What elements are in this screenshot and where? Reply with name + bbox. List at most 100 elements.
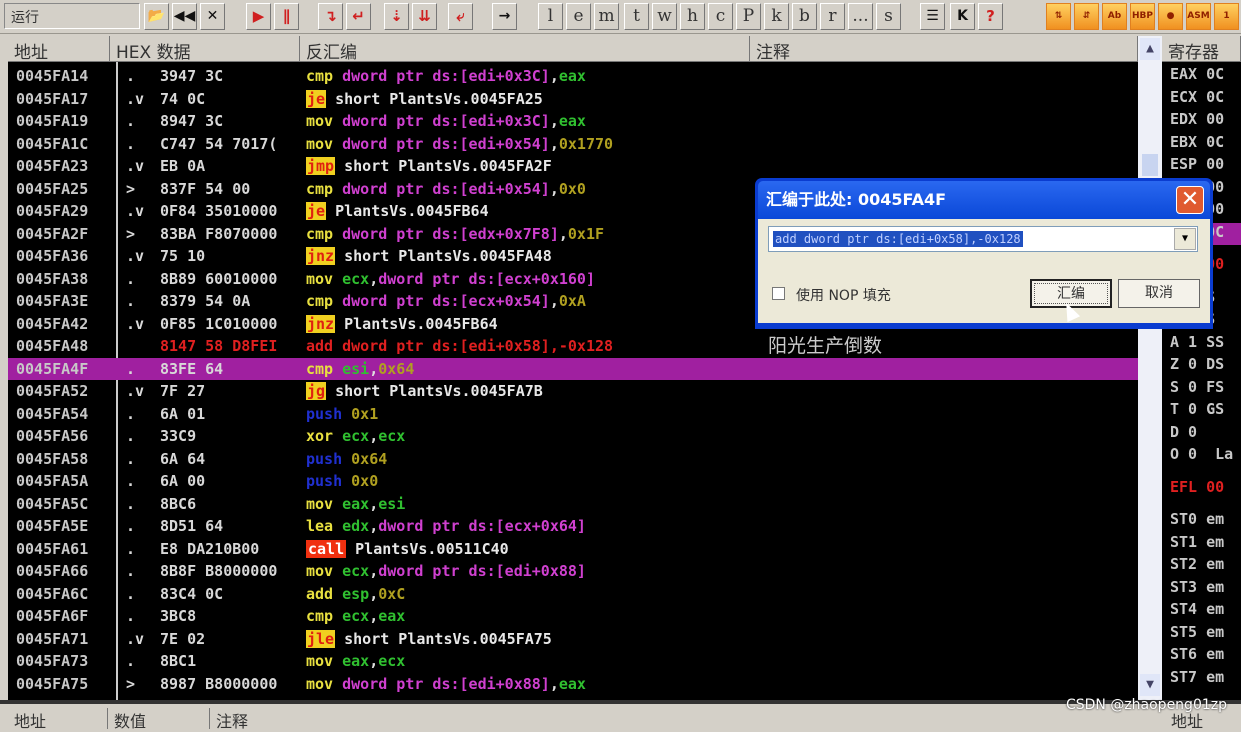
fill-nop-label[interactable]: 使用 NOP 填充 (796, 285, 891, 305)
run-trace-window-button[interactable]: ... (848, 3, 873, 30)
register-row[interactable]: ST5 em (1170, 623, 1224, 645)
register-row[interactable]: EDX 00 (1170, 110, 1224, 132)
column-header-hex[interactable]: HEX 数据 (110, 36, 300, 62)
disasm-row[interactable]: 0045FA61. E8 DA210B00 call PlantsVs.00511C… (8, 538, 1138, 561)
close-icon[interactable]: ✕ (200, 3, 225, 30)
disassembly-list[interactable]: 0045FA14. 3947 3C cmp dword ptr ds:[edi+0x… (8, 62, 1138, 700)
patches-window-button[interactable]: P (736, 3, 761, 30)
execute-till-return-icon[interactable]: ⤶ (448, 3, 473, 30)
register-row[interactable]: ST2 em (1170, 555, 1224, 577)
register-row[interactable]: O 0 La (1170, 445, 1233, 467)
disasm-row[interactable]: 0045FA58. 6A 64 push 0x64 (8, 448, 1138, 471)
trace-into-icon[interactable]: ⇣ (384, 3, 409, 30)
register-row[interactable]: A 1 SS (1170, 333, 1224, 355)
register-row[interactable]: ST3 em (1170, 578, 1224, 600)
assemble-input[interactable]: add dword ptr ds:[edi+0x58],-0x128 ▼ (768, 226, 1198, 252)
pause-icon[interactable]: ∥ (274, 3, 299, 30)
dump-header-comment[interactable]: 注释 (210, 708, 1110, 731)
disasm-row[interactable]: 0045FA52 .v 7F 27 jg short PlantsVs.0045FA7… (8, 380, 1138, 403)
open-folder-icon[interactable]: 📂 (144, 3, 169, 30)
row-address: 0045FA14 (16, 67, 89, 85)
disasm-row[interactable]: 0045FA4F. 83FE 64 cmp esi,0x64 (8, 357, 1138, 380)
column-header-disasm[interactable]: 反汇编 (300, 36, 750, 62)
register-row[interactable]: EAX 0C (1170, 65, 1224, 87)
register-row[interactable]: D 0 (1170, 423, 1197, 445)
register-row[interactable]: ESP 00 (1170, 155, 1224, 177)
column-header-comment[interactable]: 注释 (750, 36, 1138, 62)
log-window-button[interactable]: l (538, 3, 563, 30)
scroll-thumb[interactable] (1142, 154, 1158, 176)
register-row[interactable]: EBX 0C (1170, 133, 1224, 155)
row-disasm: je short PlantsVs.0045FA25 (306, 88, 746, 110)
modules-window-button[interactable]: e (566, 3, 591, 30)
scroll-up-icon[interactable]: ▲ (1140, 38, 1160, 60)
plugin-1-icon[interactable]: ⇅ (1046, 3, 1071, 30)
plugin-5-icon[interactable]: ● (1158, 3, 1183, 30)
register-row[interactable]: ST1 em (1170, 533, 1224, 555)
breakpoints-window-button[interactable]: b (792, 3, 817, 30)
call-stack-window-button[interactable]: k (764, 3, 789, 30)
windows-window-button[interactable]: w (652, 3, 677, 30)
disasm-row[interactable]: 0045FA71 .v 7E 02 jle short PlantsVs.0045FA… (8, 628, 1138, 651)
close-icon[interactable]: ✕ (1176, 186, 1204, 214)
fill-nop-checkbox[interactable] (772, 287, 785, 300)
column-header-address[interactable]: 地址 (8, 36, 110, 62)
disasm-row[interactable]: 0045FA6F. 3BC8 cmp ecx,eax (8, 605, 1138, 628)
register-row[interactable]: ST4 em (1170, 600, 1224, 622)
disasm-row[interactable]: 0045FA6C. 83C4 0C add esp,0xC (8, 583, 1138, 606)
plugin-7-icon[interactable]: 1 (1214, 3, 1239, 30)
disasm-row[interactable]: 0045FA5E. 8D51 64 lea edx,dword ptr ds:[ec… (8, 515, 1138, 538)
disasm-row[interactable]: 0045FA5C. 8BC6 mov eax,esi (8, 493, 1138, 516)
asm-icon[interactable]: ASM (1186, 3, 1211, 30)
register-row[interactable]: ST0 em (1170, 510, 1224, 532)
register-row[interactable]: S 0 FS (1170, 378, 1224, 400)
disasm-token: push (306, 404, 343, 423)
dump-header-address[interactable]: 地址 (8, 708, 108, 731)
disasm-row[interactable]: 0045FA19. 8947 3C mov dword ptr ds:[edi+0x… (8, 110, 1138, 133)
threads-window-button[interactable]: t (624, 3, 649, 30)
memory-window-button[interactable]: m (594, 3, 619, 30)
step-into-icon[interactable]: ↴ (318, 3, 343, 30)
disasm-row[interactable]: 0045FA56. 33C9 xor ecx,ecx (8, 425, 1138, 448)
register-row[interactable]: ST7 em (1170, 668, 1224, 690)
run-icon[interactable]: ▶ (246, 3, 271, 30)
dump-header-value[interactable]: 数值 (108, 708, 210, 731)
disassembly-scrollbar[interactable]: ▲ ▼ (1138, 36, 1162, 700)
list-icon[interactable]: ☰ (920, 3, 945, 30)
help-icon[interactable]: ? (978, 3, 1003, 30)
restart-icon[interactable]: ◀◀ (172, 3, 197, 30)
register-row[interactable]: Z 0 DS (1170, 355, 1224, 377)
assemble-input-value[interactable]: add dword ptr ds:[edi+0x58],-0x128 (773, 231, 1023, 247)
jump-marker: .v (126, 202, 145, 220)
cpu-window-button[interactable]: c (708, 3, 733, 30)
handles-window-button[interactable]: h (680, 3, 705, 30)
register-row[interactable]: ECX 0C (1170, 88, 1224, 110)
disasm-row[interactable]: 0045FA73. 8BC1 mov eax,ecx (8, 650, 1138, 673)
row-address: 0045FA73 (16, 652, 89, 670)
disasm-row[interactable]: 0045FA23 .v EB 0A jmp short PlantsVs.0045FA… (8, 155, 1138, 178)
scroll-down-icon[interactable]: ▼ (1140, 674, 1160, 696)
cancel-button[interactable]: 取消 (1118, 279, 1200, 308)
plugin-3-icon[interactable]: Ab (1102, 3, 1127, 30)
source-window-button[interactable]: s (876, 3, 901, 30)
plugin-2-icon[interactable]: ⇵ (1074, 3, 1099, 30)
registers-panel[interactable]: EAX 0C ECX 0C EDX 00 EBX 0C ESP 00 00 00 0C … (1162, 62, 1241, 700)
register-row[interactable]: T 0 GS (1170, 400, 1224, 422)
chevron-down-icon[interactable]: ▼ (1174, 228, 1196, 250)
trace-over-icon[interactable]: ⇊ (412, 3, 437, 30)
go-to-icon[interactable]: → (492, 3, 517, 30)
disasm-row[interactable]: 0045FA17 .v 74 0C je short PlantsVs.0045FA2… (8, 88, 1138, 111)
register-row[interactable]: ST6 em (1170, 645, 1224, 667)
dialog-titlebar[interactable]: 汇编于此处: 0045FA4F ✕ (758, 181, 1210, 219)
references-window-button[interactable]: r (820, 3, 845, 30)
disasm-row[interactable]: 0045FA54. 6A 01 push 0x1 (8, 403, 1138, 426)
disasm-row[interactable]: 0045FA14. 3947 3C cmp dword ptr ds:[edi+0x… (8, 65, 1138, 88)
disasm-row[interactable]: 0045FA75 >8987 B8000000 mov dword ptr ds:[… (8, 673, 1138, 696)
hbp-icon[interactable]: HBP (1130, 3, 1155, 30)
disasm-row[interactable]: 0045FA66. 8B8F B8000000 mov ecx,dword ptr … (8, 560, 1138, 583)
disasm-row[interactable]: 0045FA1C. C747 54 7017(mov dword ptr ds:[… (8, 133, 1138, 156)
disasm-row[interactable]: 0045FA5A. 6A 00 push 0x0 (8, 470, 1138, 493)
step-over-icon[interactable]: ↵ (346, 3, 371, 30)
plugin-icon[interactable]: K (950, 3, 975, 30)
register-row[interactable]: EFL 00 (1170, 478, 1224, 500)
